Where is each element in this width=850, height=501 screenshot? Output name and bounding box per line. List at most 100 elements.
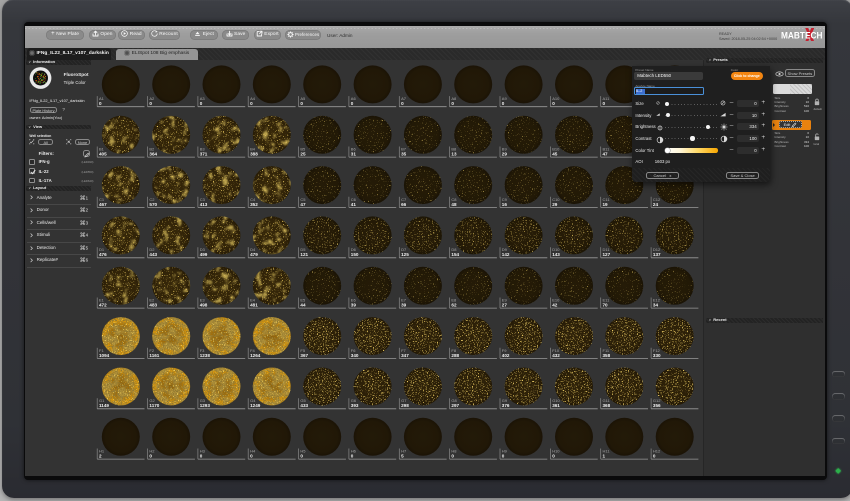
svg-text:368: 368 <box>603 403 611 408</box>
svg-text:0: 0 <box>250 101 253 106</box>
svg-text:13: 13 <box>451 151 457 156</box>
svg-text:0: 0 <box>552 101 555 106</box>
svg-text:402: 402 <box>502 353 510 358</box>
svg-text:45: 45 <box>552 151 558 156</box>
svg-text:31: 31 <box>351 151 357 156</box>
svg-text:476: 476 <box>99 252 107 257</box>
svg-text:0: 0 <box>401 101 404 106</box>
svg-text:150: 150 <box>351 252 359 257</box>
svg-text:0: 0 <box>300 453 303 458</box>
svg-text:154: 154 <box>451 252 459 257</box>
svg-text:25: 25 <box>300 151 306 156</box>
svg-text:393: 393 <box>351 403 359 408</box>
svg-text:570: 570 <box>149 202 157 207</box>
svg-text:467: 467 <box>99 202 107 207</box>
svg-text:483: 483 <box>149 302 157 307</box>
svg-text:0: 0 <box>552 453 555 458</box>
svg-text:5: 5 <box>86 245 89 250</box>
svg-text:371: 371 <box>200 151 208 156</box>
svg-text:47: 47 <box>603 151 609 156</box>
svg-text:44: 44 <box>300 302 306 307</box>
svg-text:6: 6 <box>86 258 89 263</box>
svg-text:47: 47 <box>300 202 306 207</box>
svg-text:479: 479 <box>250 252 258 257</box>
svg-text:499: 499 <box>200 252 208 257</box>
svg-text:0: 0 <box>351 453 354 458</box>
svg-text:330: 330 <box>653 353 661 358</box>
svg-text:361: 361 <box>552 403 560 408</box>
svg-text:1161: 1161 <box>149 353 159 358</box>
svg-text:298: 298 <box>401 403 409 408</box>
svg-text:0: 0 <box>200 101 203 106</box>
svg-text:16: 16 <box>502 202 508 207</box>
svg-text:2: 2 <box>99 453 102 458</box>
svg-text:1149: 1149 <box>99 403 109 408</box>
svg-text:364: 364 <box>149 151 157 156</box>
svg-text:48: 48 <box>451 202 457 207</box>
svg-text:142: 142 <box>502 252 510 257</box>
svg-text:358: 358 <box>603 353 611 358</box>
svg-text:41: 41 <box>351 202 357 207</box>
svg-text:1238: 1238 <box>200 353 211 358</box>
svg-text:39: 39 <box>351 302 357 307</box>
svg-text:39: 39 <box>401 302 407 307</box>
svg-text:347: 347 <box>401 353 409 358</box>
svg-text:376: 376 <box>502 403 510 408</box>
svg-text:27: 27 <box>502 302 508 307</box>
svg-text:42: 42 <box>552 302 558 307</box>
svg-text:121: 121 <box>300 252 308 257</box>
svg-text:0: 0 <box>250 453 253 458</box>
svg-text:405: 405 <box>99 151 107 156</box>
svg-text:66: 66 <box>401 202 407 207</box>
svg-text:0: 0 <box>300 101 303 106</box>
svg-text:352: 352 <box>250 202 258 207</box>
svg-text:0: 0 <box>149 453 152 458</box>
svg-text:1293: 1293 <box>200 403 211 408</box>
svg-text:481: 481 <box>250 302 258 307</box>
svg-text:356: 356 <box>653 403 661 408</box>
svg-text:19: 19 <box>603 202 609 207</box>
svg-text:288: 288 <box>451 353 459 358</box>
svg-text:137: 137 <box>653 252 661 257</box>
svg-text:367: 367 <box>300 353 308 358</box>
svg-text:0: 0 <box>603 101 606 106</box>
svg-text:0: 0 <box>502 453 505 458</box>
svg-text:0: 0 <box>451 453 454 458</box>
svg-text:5: 5 <box>401 453 404 458</box>
svg-text:1: 1 <box>603 453 606 458</box>
svg-text:340: 340 <box>351 353 359 358</box>
svg-text:125: 125 <box>401 252 409 257</box>
svg-text:127: 127 <box>603 252 611 257</box>
svg-text:1264: 1264 <box>250 353 261 358</box>
svg-text:1249: 1249 <box>250 403 261 408</box>
svg-text:0: 0 <box>149 101 152 106</box>
svg-text:35: 35 <box>401 151 407 156</box>
svg-text:498: 498 <box>200 302 208 307</box>
svg-text:1170: 1170 <box>149 403 159 408</box>
svg-text:0: 0 <box>99 101 102 106</box>
svg-text:413: 413 <box>200 202 208 207</box>
svg-text:0: 0 <box>451 101 454 106</box>
svg-text:297: 297 <box>451 403 459 408</box>
svg-text:62: 62 <box>451 302 457 307</box>
svg-text:0: 0 <box>351 101 354 106</box>
svg-text:70: 70 <box>603 302 609 307</box>
svg-text:3: 3 <box>86 220 89 225</box>
svg-text:1: 1 <box>86 195 89 200</box>
svg-text:4: 4 <box>86 233 89 238</box>
svg-text:24: 24 <box>653 202 659 207</box>
svg-text:29: 29 <box>552 202 558 207</box>
svg-text:0: 0 <box>200 453 203 458</box>
svg-text:388: 388 <box>250 151 258 156</box>
svg-text:472: 472 <box>99 302 107 307</box>
svg-text:443: 443 <box>149 252 157 257</box>
svg-text:1094: 1094 <box>99 353 110 358</box>
svg-text:433: 433 <box>300 403 308 408</box>
svg-text:2: 2 <box>86 208 89 213</box>
svg-text:143: 143 <box>552 252 560 257</box>
svg-text:432: 432 <box>552 353 560 358</box>
svg-text:34: 34 <box>653 302 659 307</box>
svg-text:29: 29 <box>502 151 508 156</box>
svg-text:0: 0 <box>502 101 505 106</box>
svg-text:0: 0 <box>653 453 656 458</box>
